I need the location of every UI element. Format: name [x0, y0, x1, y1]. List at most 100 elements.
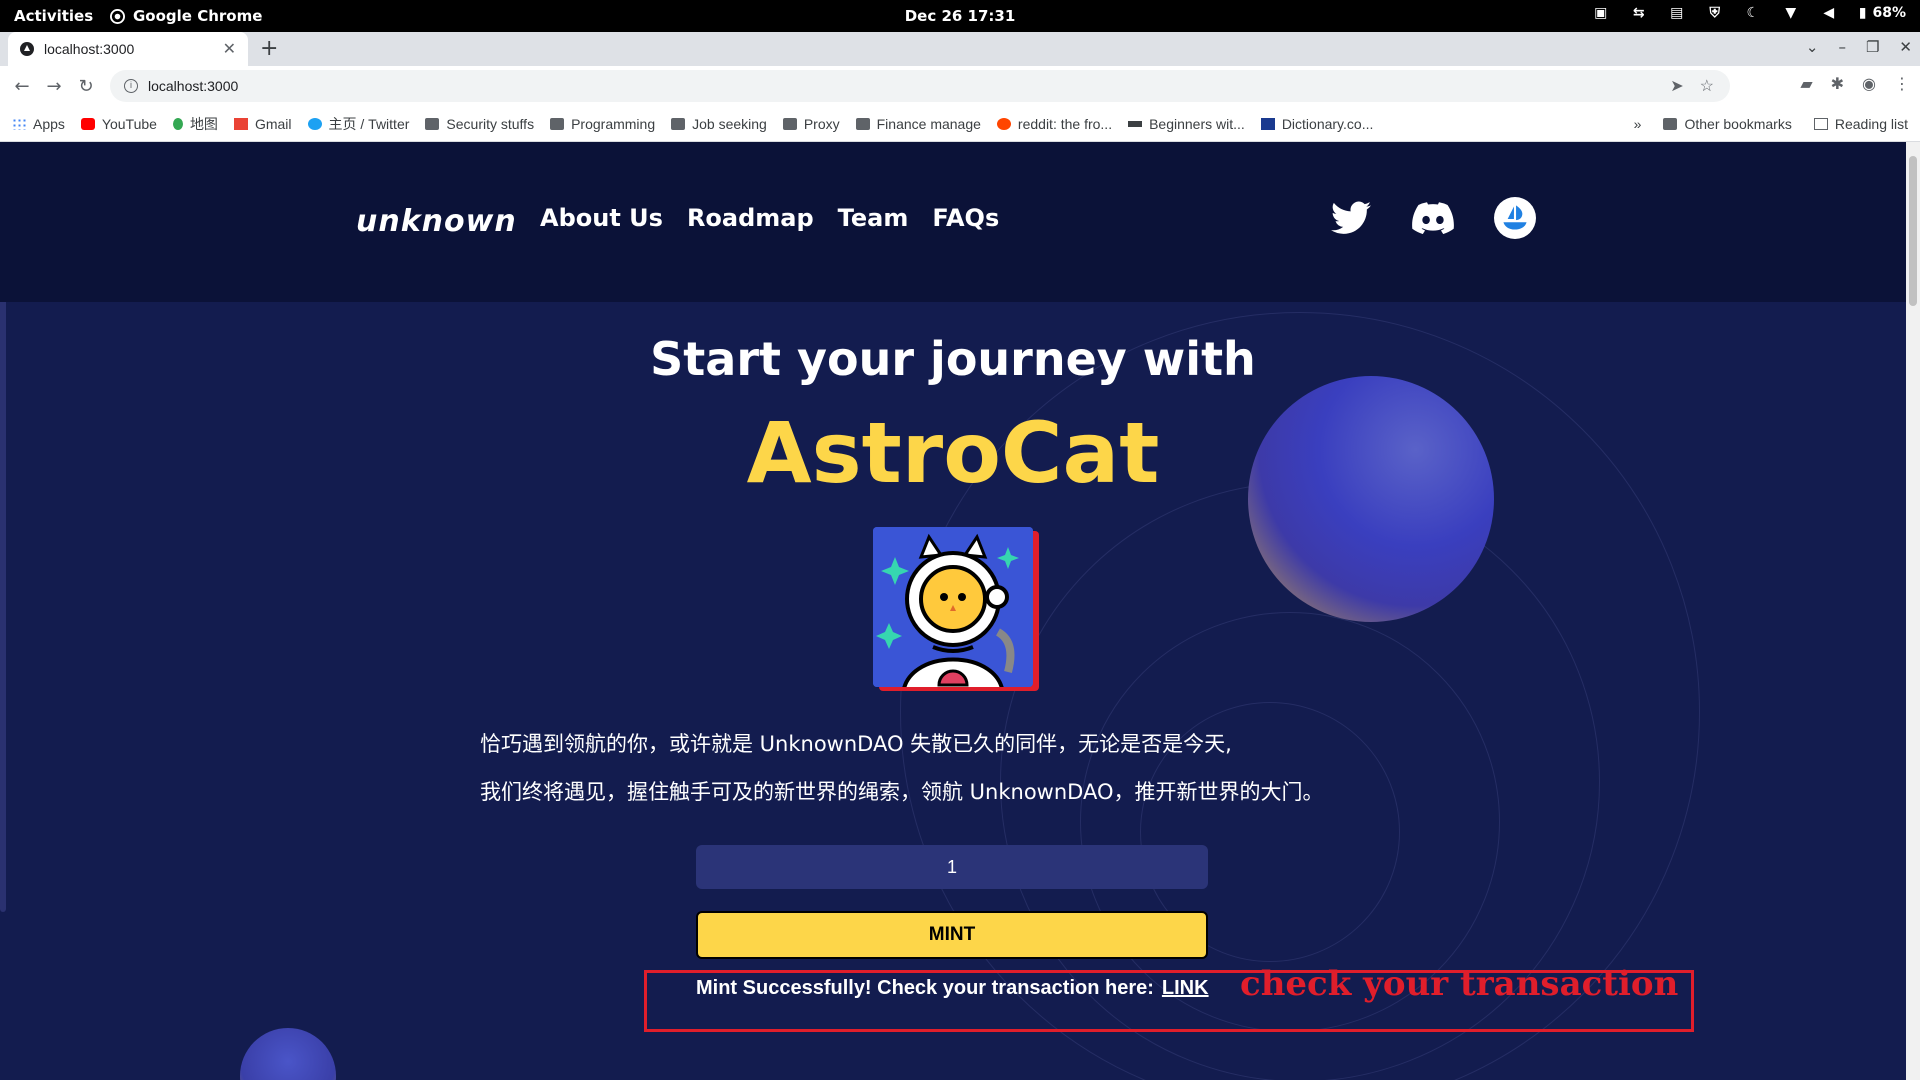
dictionary-icon [1260, 117, 1275, 130]
nav-about-us[interactable]: About Us [540, 204, 663, 232]
folder-icon [1663, 118, 1678, 130]
bookmark-label: 主页 / Twitter [328, 115, 410, 132]
site-nav: About Us Roadmap Team FAQs [540, 204, 999, 232]
hero-description: 恰巧遇到领航的你，或许就是 UnknownDAO 失散已久的同伴，无论是否是今天… [480, 720, 1480, 816]
bookmark-label: Programming [571, 115, 656, 132]
apps-icon [12, 117, 26, 130]
bookmark-label: 地图 [189, 115, 218, 132]
close-window-icon[interactable]: ✕ [1899, 38, 1912, 56]
network-tool-icon[interactable]: ⇆ [1631, 5, 1647, 21]
mint-button[interactable]: MINT [696, 911, 1208, 959]
hero-title: AstroCat [746, 404, 1160, 502]
site-favicon-icon [20, 42, 34, 56]
send-to-device-icon[interactable]: ➤ [1670, 76, 1683, 96]
screen-share-icon[interactable]: ▣ [1593, 5, 1609, 21]
window-controls: ⌄ – ❐ ✕ [1806, 38, 1912, 56]
bookmark-label: Beginners wit... [1149, 115, 1245, 132]
bookmark-folder-finance[interactable]: Finance manage [855, 115, 981, 132]
nav-team[interactable]: Team [838, 204, 909, 232]
new-tab-button[interactable]: + [260, 36, 278, 61]
bookmark-youtube[interactable]: YouTube [80, 115, 157, 132]
description-line: 我们终将遇见，握住触手可及的新世界的绳索，领航 UnknownDAO，推开新世界… [480, 780, 1324, 804]
bookmark-maps[interactable]: 地图 [172, 114, 218, 134]
other-bookmarks-label: Other bookmarks [1684, 116, 1792, 132]
battery-percent: 68% [1872, 5, 1906, 21]
volume-icon: ◀ [1823, 5, 1835, 21]
url-text[interactable]: localhost:3000 [148, 78, 238, 94]
minimize-icon[interactable]: – [1838, 38, 1846, 56]
annotation-label: check your transaction [1240, 964, 1679, 1004]
nav-faqs[interactable]: FAQs [932, 204, 999, 232]
twitter-icon [307, 117, 322, 130]
battery-icon: ▮ [1858, 5, 1867, 21]
hero-subtitle: Start your journey with [650, 332, 1256, 386]
folder-icon [425, 117, 440, 130]
folder-icon [671, 117, 686, 130]
bookmark-label: Gmail [254, 115, 292, 132]
bookmark-beginners[interactable]: Beginners wit... [1128, 116, 1245, 132]
wifi-icon: ▼ [1785, 5, 1797, 21]
side-edge [0, 197, 6, 912]
reading-list-label: Reading list [1834, 116, 1908, 132]
scrollbar-thumb[interactable] [1909, 156, 1917, 306]
nav-roadmap[interactable]: Roadmap [687, 204, 814, 232]
reload-icon[interactable]: ↻ [70, 76, 102, 97]
bookmark-twitter[interactable]: 主页 / Twitter [307, 114, 410, 134]
back-icon[interactable]: ← [6, 76, 38, 97]
restore-icon[interactable]: ❐ [1866, 38, 1879, 56]
astrocat-illustration [873, 527, 1033, 687]
chrome-menu-icon[interactable]: ⋮ [1894, 74, 1910, 93]
tab-title: localhost:3000 [44, 41, 135, 57]
maps-icon [172, 117, 183, 130]
bookmark-label: reddit: the fro... [1017, 115, 1113, 132]
address-bar[interactable]: i localhost:3000 ➤ ☆ [110, 70, 1730, 102]
other-bookmarks[interactable]: Other bookmarks [1663, 116, 1792, 132]
bookmark-gmail[interactable]: Gmail [233, 115, 292, 132]
site-info-icon[interactable]: i [124, 79, 138, 93]
browser-tab[interactable]: localhost:3000 ✕ [8, 32, 248, 66]
discord-icon[interactable] [1412, 197, 1454, 239]
bookmark-label: Dictionary.co... [1281, 115, 1374, 132]
close-tab-icon[interactable]: ✕ [223, 39, 236, 59]
bookmark-label: Finance manage [876, 115, 981, 132]
clipboard-icon[interactable]: ▤ [1669, 5, 1685, 21]
tab-strip: localhost:3000 ✕ + ⌄ – ❐ ✕ [0, 32, 1920, 66]
gmail-icon [233, 117, 248, 130]
opensea-icon[interactable] [1494, 197, 1536, 239]
bookmark-label: YouTube [101, 115, 157, 132]
page-viewport: unknown About Us Roadmap Team FAQs Start… [0, 142, 1920, 1080]
bookmark-label: Proxy [803, 115, 840, 132]
browser-toolbar: ← → ↻ i localhost:3000 ➤ ☆ ▰ ✱ ◉ ⋮ [0, 66, 1920, 106]
vpn-shield-icon[interactable]: ⛨ [1707, 5, 1723, 21]
bookmark-star-icon[interactable]: ☆ [1700, 76, 1714, 96]
battery-indicator: ▮ 68% [1859, 5, 1906, 21]
site-logo[interactable]: unknown [356, 204, 517, 239]
site-header: unknown About Us Roadmap Team FAQs [0, 142, 1906, 302]
bookmark-folder-security[interactable]: Security stuffs [425, 116, 534, 132]
page-scrollbar[interactable] [1906, 142, 1920, 1080]
astrocat-image [873, 527, 1033, 687]
twitter-icon[interactable] [1330, 197, 1372, 239]
profile-avatar-icon[interactable]: ◉ [1862, 74, 1876, 93]
bookmark-folder-programming[interactable]: Programming [550, 116, 655, 132]
system-top-bar: Activities Google Chrome Dec 26 17:31 ▣ … [0, 0, 1920, 32]
tab-search-icon[interactable]: ⌄ [1806, 38, 1819, 56]
youtube-icon [80, 117, 95, 130]
forward-icon[interactable]: → [38, 76, 70, 97]
more-bookmarks-button[interactable]: » [1634, 116, 1642, 132]
bookmarks-right: » Other bookmarks Reading list [1634, 106, 1908, 142]
folder-icon [782, 117, 797, 130]
night-light-icon: ☾ [1746, 5, 1760, 21]
reading-list[interactable]: Reading list [1813, 116, 1908, 132]
bookmark-apps[interactable]: Apps [12, 116, 65, 132]
system-tray[interactable]: ▣ ⇆ ▤ ⛨ ☾ ▼ ◀ ▮ 68% [1593, 5, 1906, 21]
extension-icon[interactable]: ▰ [1800, 74, 1812, 93]
bookmark-folder-proxy[interactable]: Proxy [782, 115, 840, 132]
bookmark-folder-job[interactable]: Job seeking [671, 116, 767, 132]
extensions-puzzle-icon[interactable]: ✱ [1831, 74, 1844, 93]
bookmark-label: Job seeking [692, 115, 767, 132]
bookmark-dictionary[interactable]: Dictionary.co... [1260, 115, 1374, 132]
reddit-icon [996, 117, 1011, 130]
mint-quantity-input[interactable]: 1 [696, 845, 1208, 889]
bookmark-reddit[interactable]: reddit: the fro... [996, 115, 1113, 132]
